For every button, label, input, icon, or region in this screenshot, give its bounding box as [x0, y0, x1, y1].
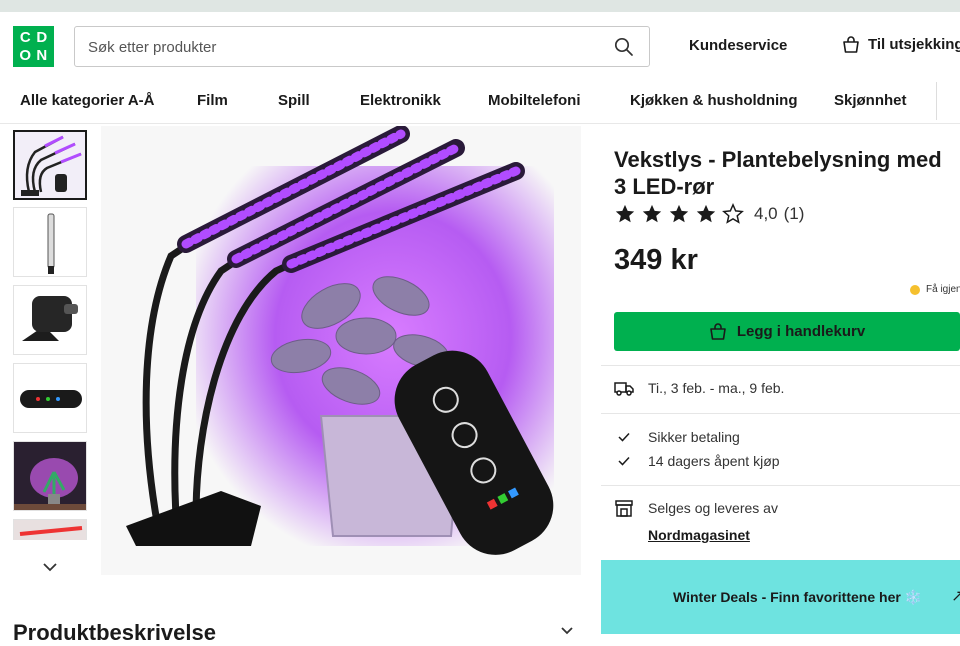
truck-icon [614, 382, 634, 396]
search-icon[interactable] [614, 37, 634, 57]
clamp-thumb-image [14, 286, 86, 354]
nav-item-mobiltelefoni[interactable]: Mobiltelefoni [488, 92, 581, 109]
shopping-bag-icon [843, 36, 859, 53]
logo-letter: O [19, 46, 32, 64]
search-input[interactable] [88, 36, 608, 58]
grow-light-thumb-image [15, 132, 85, 198]
logo-letter: D [36, 29, 48, 46]
store-icon [615, 500, 633, 517]
thumbnail-2[interactable] [13, 207, 87, 277]
stock-dot-icon [910, 284, 920, 295]
checkout-link[interactable]: Til utsjekking [842, 36, 960, 53]
rating-value: 4,0 [754, 204, 778, 223]
main-product-image[interactable] [101, 126, 581, 575]
divider [601, 365, 960, 366]
cdon-logo[interactable]: C D O N [13, 26, 54, 67]
product-price: 349 kr [614, 244, 698, 276]
seller-name-link[interactable]: Nordmagasinet [648, 527, 750, 543]
category-nav: Alle kategorier A-Å Film Spill Elektroni… [0, 78, 960, 124]
delivery-info: Ti., 3 feb. - ma., 9 feb. [614, 380, 784, 396]
nav-divider [936, 82, 937, 120]
controller-thumb-image [14, 364, 86, 432]
winter-deals-banner[interactable]: Winter Deals - Finn favorittene her ❄️ ↗ [601, 560, 960, 634]
add-to-cart-button[interactable]: Legg i handlekurv [614, 312, 960, 351]
thumbnail-4[interactable] [13, 363, 87, 433]
stock-text: Få igjen [926, 284, 960, 295]
check-icon [618, 456, 630, 466]
top-strip [0, 0, 960, 12]
thumbnail-1[interactable] [13, 130, 87, 200]
nav-item-elektronikk[interactable]: Elektronikk [360, 92, 441, 109]
thumbnail-3[interactable] [13, 285, 87, 355]
star-filled-icon [642, 204, 662, 223]
usp-secure-payment: Sikker betaling [648, 429, 740, 445]
arrow-up-right-icon: ↗ [951, 588, 960, 605]
red-light-thumb-image [14, 520, 86, 540]
grow-light-image [101, 126, 581, 575]
stock-status: Få igjen [910, 284, 960, 295]
logo-letter: N [36, 46, 48, 64]
winter-deals-text: Winter Deals - Finn favorittene her ❄️ [673, 589, 923, 605]
product-info: Vekstlys - Plantebelysning med 3 LED-rør [614, 146, 960, 200]
usp-open-purchase: 14 dagers åpent kjøp [648, 453, 780, 469]
chevron-down-icon[interactable] [560, 626, 574, 636]
check-icon [618, 432, 630, 442]
star-filled-icon [615, 204, 635, 223]
thumbnail-5[interactable] [13, 441, 87, 511]
nav-item-kjokken[interactable]: Kjøkken & husholdning [630, 92, 798, 109]
star-filled-icon [696, 204, 716, 223]
customer-service-link[interactable]: Kundeservice [689, 37, 787, 54]
usp-item: 14 dagers åpent kjøp [618, 453, 780, 469]
chevron-down-icon[interactable] [40, 560, 60, 574]
nav-item-film[interactable]: Film [197, 92, 228, 109]
star-filled-icon [669, 204, 689, 223]
checkout-label: Til utsjekking [868, 36, 960, 53]
thumbnail-6[interactable] [13, 519, 87, 540]
seller-label: Selges og leveres av [648, 500, 778, 516]
usp-item: Sikker betaling [618, 429, 740, 445]
rating-stars [614, 203, 744, 225]
seller-info: Selges og leveres av [614, 499, 778, 517]
shopping-bag-icon [710, 323, 726, 340]
divider [601, 413, 960, 414]
add-to-cart-label: Legg i handlekurv [736, 323, 866, 340]
nav-item-skjonnhet[interactable]: Skjønnhet [834, 92, 907, 109]
plant-lit-thumb-image [14, 442, 86, 510]
thumbnail-list [13, 130, 88, 540]
led-tube-thumb-image [14, 208, 86, 276]
site-header: C D O N Kundeservice Til utsjekking [0, 12, 960, 78]
star-empty-icon [722, 203, 744, 224]
logo-letter: C [19, 29, 31, 46]
search-box [74, 26, 650, 67]
nav-item-all-categories[interactable]: Alle kategorier A-Å [20, 92, 154, 109]
rating-count: (1) [783, 204, 805, 223]
divider [601, 485, 960, 486]
nav-item-spill[interactable]: Spill [278, 92, 310, 109]
delivery-date: Ti., 3 feb. - ma., 9 feb. [648, 380, 785, 396]
product-title: Vekstlys - Plantebelysning med 3 LED-rør [614, 147, 942, 199]
product-description-heading[interactable]: Produktbeskrivelse [13, 620, 216, 646]
product-rating[interactable]: 4,0 (1) [614, 203, 804, 225]
